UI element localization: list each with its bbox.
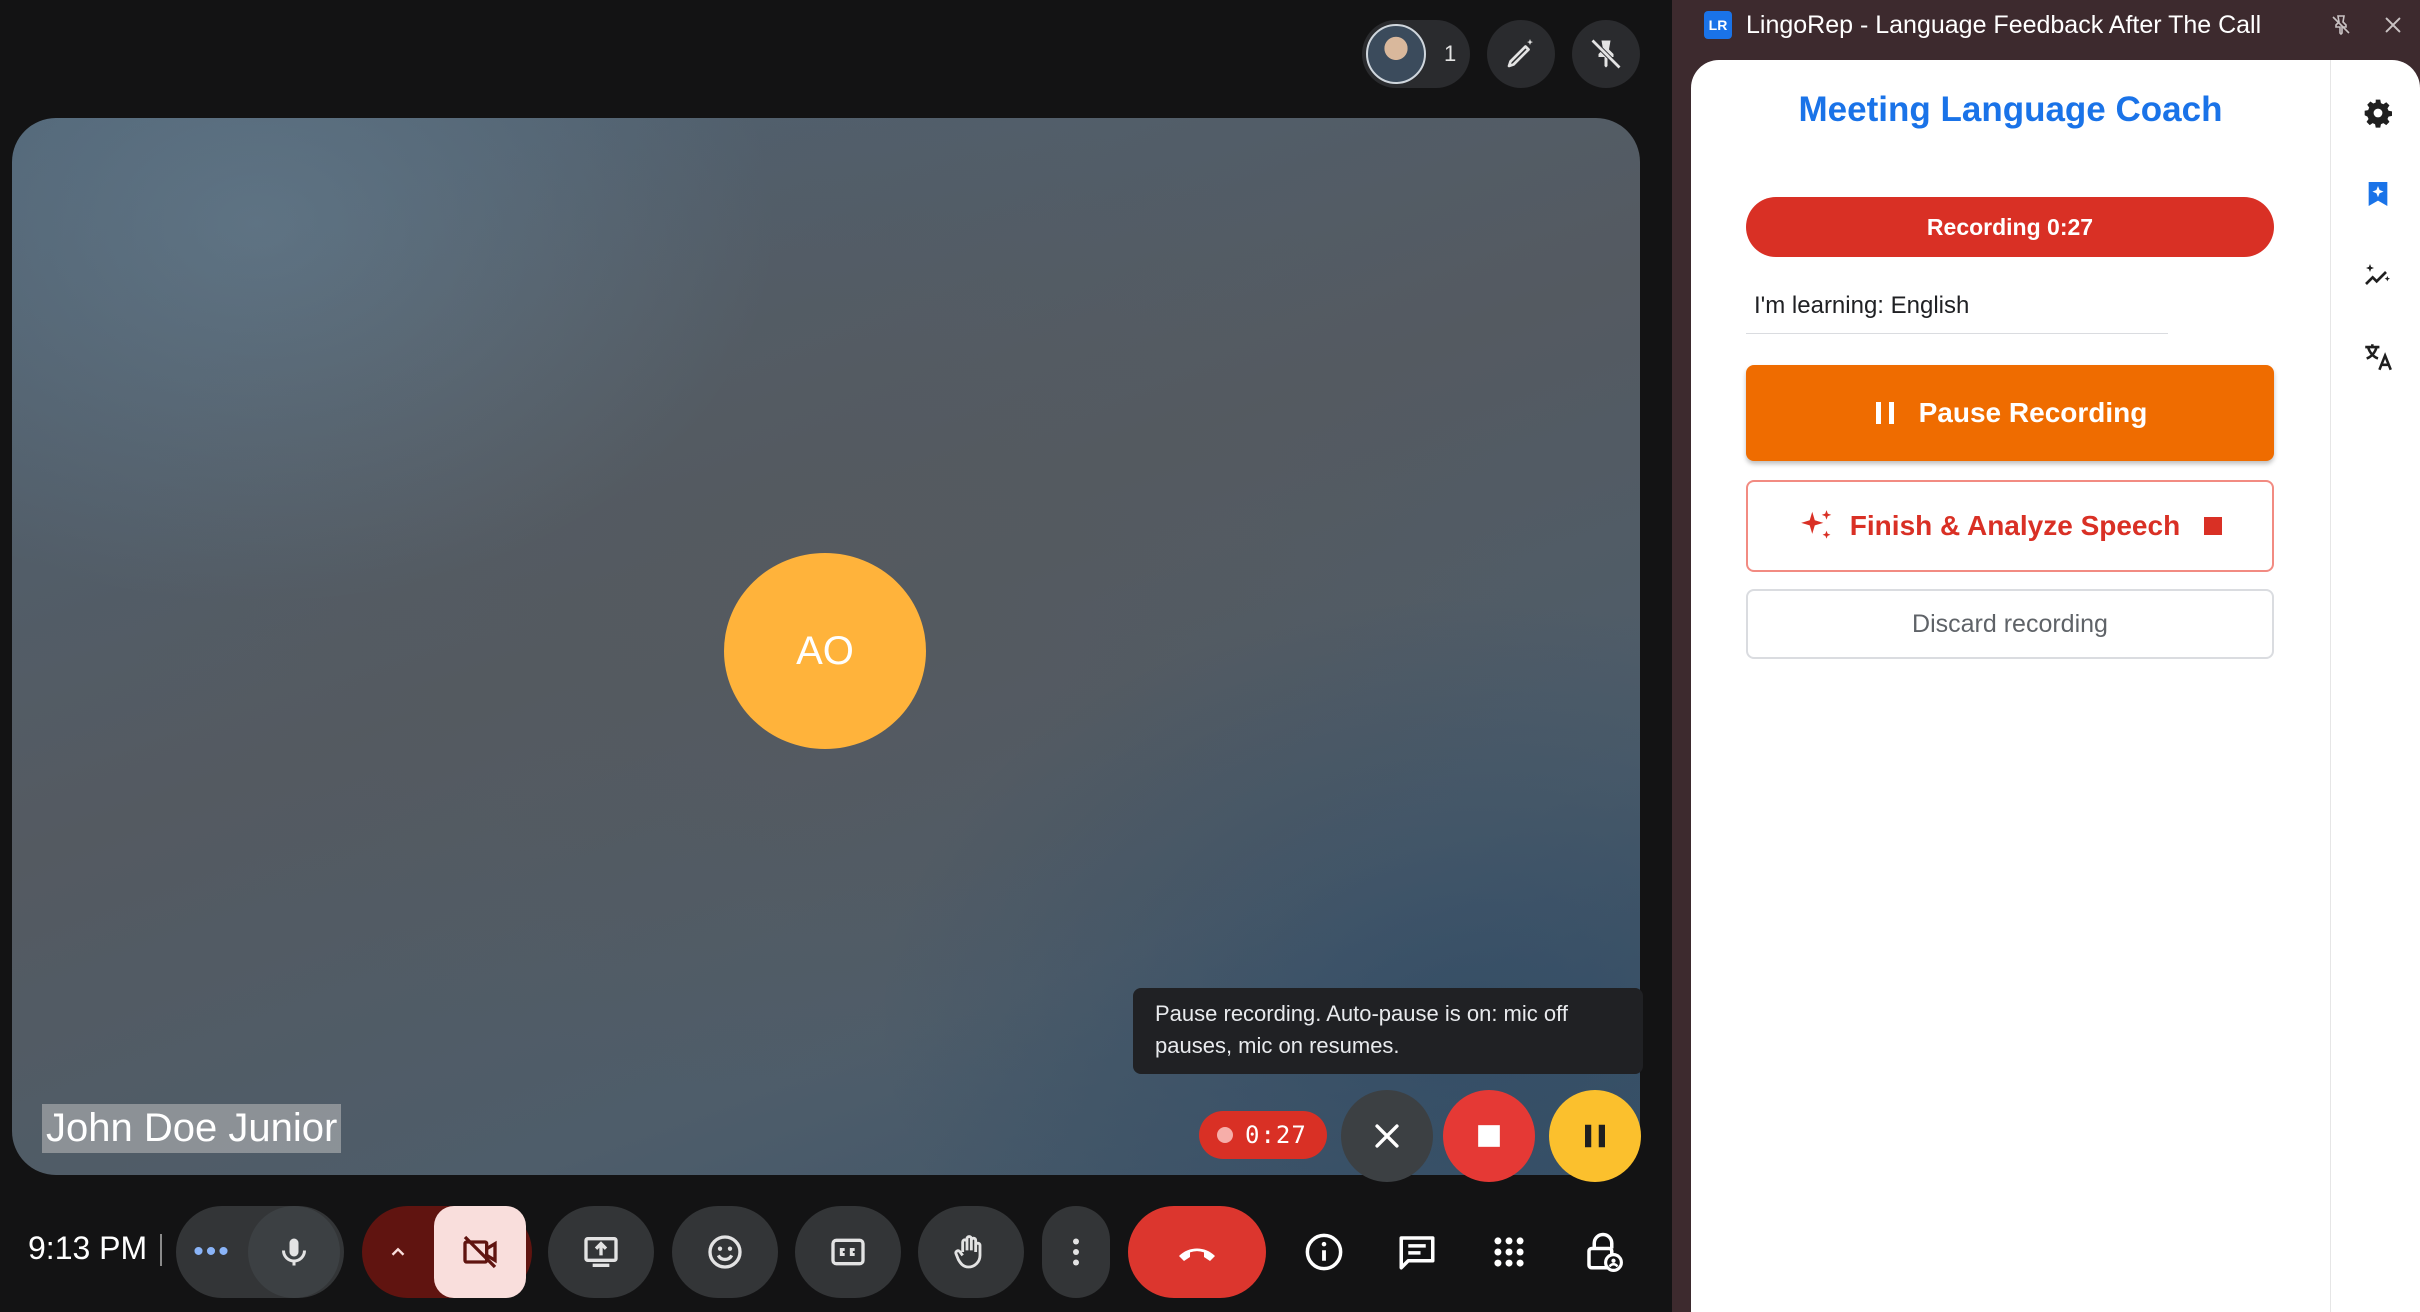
more-options-button[interactable] <box>1042 1206 1110 1298</box>
pencil-sparkle-icon <box>1507 39 1533 68</box>
raise-hand-button[interactable] <box>918 1206 1024 1298</box>
close-icon <box>2385 17 2401 33</box>
clock-divider <box>160 1234 162 1266</box>
pause-recording-button[interactable] <box>1549 1090 1641 1182</box>
sparkle-icon <box>1798 507 1836 545</box>
captions-icon <box>831 1238 865 1266</box>
meet-window: 1 AO John Doe Junior Pause recording. Au… <box>0 0 1672 1312</box>
pause-icon <box>1873 400 1897 426</box>
lingorep-logo: LR <box>1704 11 1732 39</box>
host-controls-button[interactable] <box>1567 1216 1639 1288</box>
gear-icon <box>2364 99 2392 128</box>
pause-recording-label: Pause Recording <box>1918 397 2148 428</box>
participant-avatar-initials: AO <box>724 553 926 749</box>
extension-app-button[interactable] <box>2358 174 2398 214</box>
finish-analyze-label: Finish & Analyze Speech <box>1849 510 2181 541</box>
translate-button[interactable] <box>2358 337 2398 377</box>
info-icon <box>1305 1233 1343 1271</box>
host-controls-icon <box>1587 1232 1623 1272</box>
present-button[interactable] <box>548 1206 654 1298</box>
recording-timer-chip: 0:27 <box>1199 1111 1327 1159</box>
participants-button[interactable]: 1 <box>1362 20 1470 88</box>
activities-button[interactable] <box>1473 1216 1545 1288</box>
side-panel-title-text: LingoRep - Language Feedback After The C… <box>1746 10 2262 39</box>
discard-recording-panel-button[interactable]: Discard recording <box>1746 589 2274 659</box>
chevron-up-icon <box>391 1247 405 1256</box>
pencil-sparkle-button[interactable] <box>1487 20 1555 88</box>
participant-name: John Doe Junior <box>42 1104 342 1153</box>
chat-icon <box>1399 1236 1435 1270</box>
captions-button[interactable] <box>795 1206 901 1298</box>
stop-square-icon <box>2204 517 2223 535</box>
side-panel-unpin-button[interactable] <box>2326 10 2356 40</box>
camera-options-button[interactable] <box>362 1241 434 1263</box>
present-icon <box>584 1237 618 1267</box>
stop-recording-button[interactable] <box>1443 1090 1535 1182</box>
participants-count: 1 <box>1444 41 1457 66</box>
sparkle-chart-icon <box>2365 264 2390 285</box>
pin-off-icon <box>2332 15 2350 36</box>
meeting-clock: 9:13 PM <box>28 1230 148 1266</box>
audio-settings-button[interactable]: ••• <box>176 1235 248 1269</box>
coach-heading: Meeting Language Coach <box>1798 90 2223 129</box>
raise-hand-icon <box>954 1235 982 1269</box>
close-icon <box>1375 1124 1399 1148</box>
mic-icon <box>282 1238 306 1266</box>
leave-call-button[interactable] <box>1128 1206 1266 1298</box>
chat-button[interactable] <box>1381 1216 1453 1288</box>
mic-toggle-button[interactable] <box>248 1206 340 1298</box>
side-rail <box>2330 60 2420 1312</box>
recording-status-bar: Recording 0:27 <box>1746 197 2274 257</box>
side-panel-close-button[interactable] <box>2378 10 2408 40</box>
camera-toggle-button[interactable] <box>434 1206 526 1298</box>
meeting-details-button[interactable] <box>1288 1216 1360 1288</box>
learning-language-select[interactable]: I'm learning: English <box>1746 286 2168 334</box>
finish-analyze-button[interactable]: Finish & Analyze Speech <box>1746 480 2274 572</box>
translate-icon <box>2365 344 2392 371</box>
insights-button[interactable] <box>2358 256 2398 296</box>
end-call-icon <box>1179 1248 1215 1261</box>
camera-control-group <box>362 1206 532 1298</box>
settings-button[interactable] <box>2358 93 2398 133</box>
pause-icon <box>1585 1124 1605 1148</box>
pause-tooltip: Pause recording. Auto-pause is on: mic o… <box>1133 988 1643 1074</box>
pin-off-icon <box>1590 38 1622 70</box>
side-panel-title: LR LingoRep - Language Feedback After Th… <box>1704 10 2261 40</box>
participant-avatar <box>1366 24 1426 84</box>
reactions-button[interactable] <box>672 1206 778 1298</box>
stop-icon <box>1478 1125 1500 1147</box>
mic-control-group: ••• <box>176 1206 344 1298</box>
camera-off-icon <box>463 1235 497 1269</box>
discard-recording-button[interactable] <box>1341 1090 1433 1182</box>
emoji-icon <box>708 1235 742 1269</box>
unpin-button[interactable] <box>1572 20 1640 88</box>
recording-timer: 0:27 <box>1245 1121 1307 1149</box>
recording-dot-icon <box>1217 1127 1233 1143</box>
apps-icon <box>1494 1237 1524 1267</box>
more-vert-icon <box>1073 1238 1079 1266</box>
bookmark-sparkle-icon <box>2368 182 2388 206</box>
pause-recording-panel-button[interactable]: Pause Recording <box>1746 365 2274 461</box>
